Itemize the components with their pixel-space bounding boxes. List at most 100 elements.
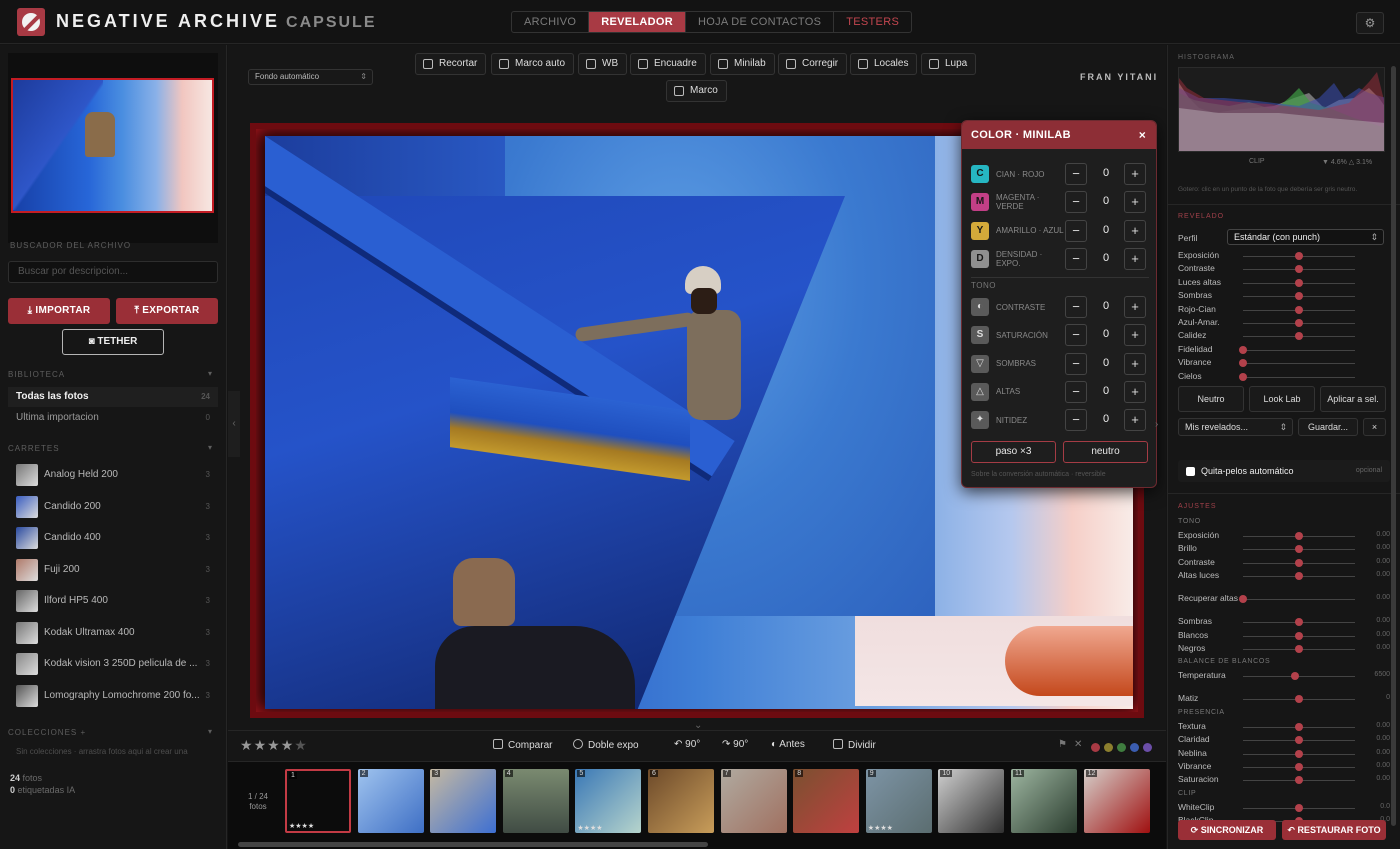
- revelado-slider[interactable]: Azul-Amar.: [1178, 317, 1390, 330]
- star-icon[interactable]: ★: [267, 737, 281, 753]
- roll-item[interactable]: Lomography Lomochrome 200 fo... 3: [16, 684, 218, 709]
- right-panel-scrollbar[interactable]: [1391, 66, 1396, 826]
- adjust-slider[interactable]: Sombras 0.00: [1178, 616, 1390, 629]
- slider-knob[interactable]: [1295, 292, 1303, 301]
- slider-knob[interactable]: [1239, 345, 1247, 354]
- revelado-slider[interactable]: Sombras: [1178, 290, 1390, 303]
- slider-knob[interactable]: [1239, 595, 1247, 604]
- tool-encuadre-button[interactable]: Encuadre: [630, 53, 706, 75]
- tab-testers[interactable]: TESTERS: [834, 12, 911, 32]
- search-input[interactable]: Buscar por descripcion...: [8, 261, 218, 283]
- adjust-slider[interactable]: WhiteClip 0.0: [1178, 802, 1390, 815]
- adjust-slider[interactable]: Brillo 0.00: [1178, 543, 1390, 556]
- add-collection-button[interactable]: +: [80, 728, 86, 737]
- rotate-left-button[interactable]: ↶ 90°: [674, 739, 700, 750]
- restore-photo-button[interactable]: ↶ RESTAURAR FOTO: [1282, 820, 1386, 840]
- slider-knob[interactable]: [1295, 278, 1303, 287]
- slider-knob[interactable]: [1295, 736, 1303, 745]
- revelado-slider[interactable]: Vibrance: [1178, 357, 1390, 370]
- filmstrip-frame[interactable]: 6: [648, 769, 714, 833]
- color-label-dot[interactable]: [1143, 743, 1152, 752]
- tool-minilab-button[interactable]: Minilab: [710, 53, 775, 75]
- adjust-slider[interactable]: Exposición 0.00: [1178, 530, 1390, 543]
- library-item-all[interactable]: Todas las fotos 24: [8, 387, 218, 407]
- slider-knob[interactable]: [1295, 695, 1303, 704]
- revelado-slider[interactable]: Luces altas: [1178, 277, 1390, 290]
- adjust-slider[interactable]: Neblina 0.00: [1178, 748, 1390, 761]
- tool-marco-button[interactable]: Marco: [666, 80, 727, 102]
- slider-knob[interactable]: [1295, 631, 1303, 640]
- star-icon[interactable]: ★: [240, 737, 254, 753]
- filmstrip-frame[interactable]: 10: [938, 769, 1005, 833]
- color-label-dot[interactable]: [1104, 743, 1113, 752]
- plus-button[interactable]: +: [1124, 163, 1146, 185]
- slider-knob[interactable]: [1295, 645, 1303, 653]
- chevron-down-icon[interactable]: ▾: [208, 443, 213, 452]
- perfil-select[interactable]: Estándar (con punch) ⇕: [1227, 229, 1384, 245]
- slider-knob[interactable]: [1295, 618, 1303, 627]
- adjust-slider[interactable]: Blancos 0.00: [1178, 630, 1390, 643]
- export-button[interactable]: ⤒ EXPORTAR: [116, 298, 218, 324]
- save-preset-button[interactable]: Guardar...: [1298, 418, 1358, 436]
- plus-button[interactable]: +: [1124, 409, 1146, 432]
- look-lab-button[interactable]: Look Lab: [1249, 386, 1315, 412]
- minus-button[interactable]: −: [1065, 163, 1087, 185]
- color-label-dot[interactable]: [1117, 743, 1126, 752]
- presets-select[interactable]: Mis revelados... ⇕: [1178, 418, 1293, 436]
- filmstrip-frame[interactable]: 9 ★★★★: [865, 769, 932, 833]
- settings-button[interactable]: ⚙: [1356, 12, 1384, 34]
- slider-knob[interactable]: [1295, 749, 1303, 758]
- roll-item[interactable]: Candido 400 3: [16, 527, 218, 551]
- filmstrip-frame[interactable]: 7: [720, 769, 787, 833]
- revelado-slider[interactable]: Calidez: [1178, 330, 1390, 343]
- plus-button[interactable]: +: [1124, 191, 1146, 214]
- before-button[interactable]: ◐ Antes: [771, 739, 805, 750]
- filmstrip-frame[interactable]: 8: [793, 769, 860, 833]
- split-button[interactable]: Dividir: [833, 739, 876, 751]
- step-x3-button[interactable]: paso ×3: [971, 441, 1056, 463]
- plus-button[interactable]: +: [1124, 324, 1146, 347]
- reject-icon[interactable]: ✕: [1074, 739, 1082, 750]
- slider-knob[interactable]: [1295, 572, 1303, 581]
- background-select[interactable]: Fondo automático ⇕: [248, 69, 373, 85]
- adjust-slider[interactable]: Recuperar altas 0.00: [1178, 593, 1390, 606]
- rotate-right-button[interactable]: ↷ 90°: [722, 739, 748, 750]
- revelado-slider[interactable]: Contraste: [1178, 263, 1390, 276]
- adjust-slider[interactable]: Saturacion 0.00: [1178, 774, 1390, 787]
- star-icon[interactable]: ★: [294, 737, 308, 753]
- slider-knob[interactable]: [1295, 305, 1303, 314]
- minus-button[interactable]: −: [1065, 324, 1087, 347]
- slider-knob[interactable]: [1290, 672, 1299, 681]
- roll-item[interactable]: Candido 200 3: [16, 495, 218, 520]
- adjust-slider[interactable]: Contraste 0.00: [1178, 557, 1390, 570]
- roll-item[interactable]: Ilford HP5 400 3: [16, 590, 218, 614]
- library-item-last-import[interactable]: Ultima importacion 0: [8, 408, 218, 428]
- color-label-dot[interactable]: [1130, 743, 1139, 752]
- apply-to-selection-button[interactable]: Aplicar a sel.: [1320, 386, 1386, 412]
- double-exposure-button[interactable]: Doble expo: [573, 739, 639, 751]
- slider-knob[interactable]: [1295, 252, 1303, 260]
- slider-knob[interactable]: [1295, 803, 1303, 812]
- plus-button[interactable]: +: [1124, 380, 1146, 403]
- compare-button[interactable]: Comparar: [493, 739, 552, 751]
- neutral-profile-button[interactable]: Neutro: [1178, 386, 1244, 412]
- revelado-slider[interactable]: Rojo-Cian: [1178, 304, 1390, 317]
- plus-button[interactable]: +: [1124, 296, 1146, 318]
- import-button[interactable]: ⤓ IMPORTAR: [8, 298, 110, 324]
- roll-item[interactable]: Fuji 200 3: [16, 558, 218, 583]
- filmstrip-frame[interactable]: 5 ★★★★: [575, 769, 642, 833]
- minus-button[interactable]: −: [1065, 296, 1087, 318]
- minus-button[interactable]: −: [1065, 380, 1087, 403]
- adjust-slider[interactable]: Textura 0.00: [1178, 721, 1390, 734]
- tab-hoja-de-contactos[interactable]: HOJA DE CONTACTOS: [686, 12, 835, 32]
- flag-icon[interactable]: ⚑: [1058, 739, 1067, 750]
- minus-button[interactable]: −: [1065, 409, 1087, 432]
- slider-knob[interactable]: [1295, 722, 1303, 731]
- adjust-slider[interactable]: Claridad 0.00: [1178, 734, 1390, 747]
- tether-button[interactable]: ◙ TETHER: [62, 329, 164, 355]
- rating-stars[interactable]: ★★★★★: [240, 737, 308, 754]
- slider-knob[interactable]: [1295, 532, 1303, 540]
- tab-revelador[interactable]: REVELADOR: [589, 12, 686, 32]
- roll-item[interactable]: Kodak Ultramax 400 3: [16, 621, 218, 646]
- slider-knob[interactable]: [1295, 545, 1303, 554]
